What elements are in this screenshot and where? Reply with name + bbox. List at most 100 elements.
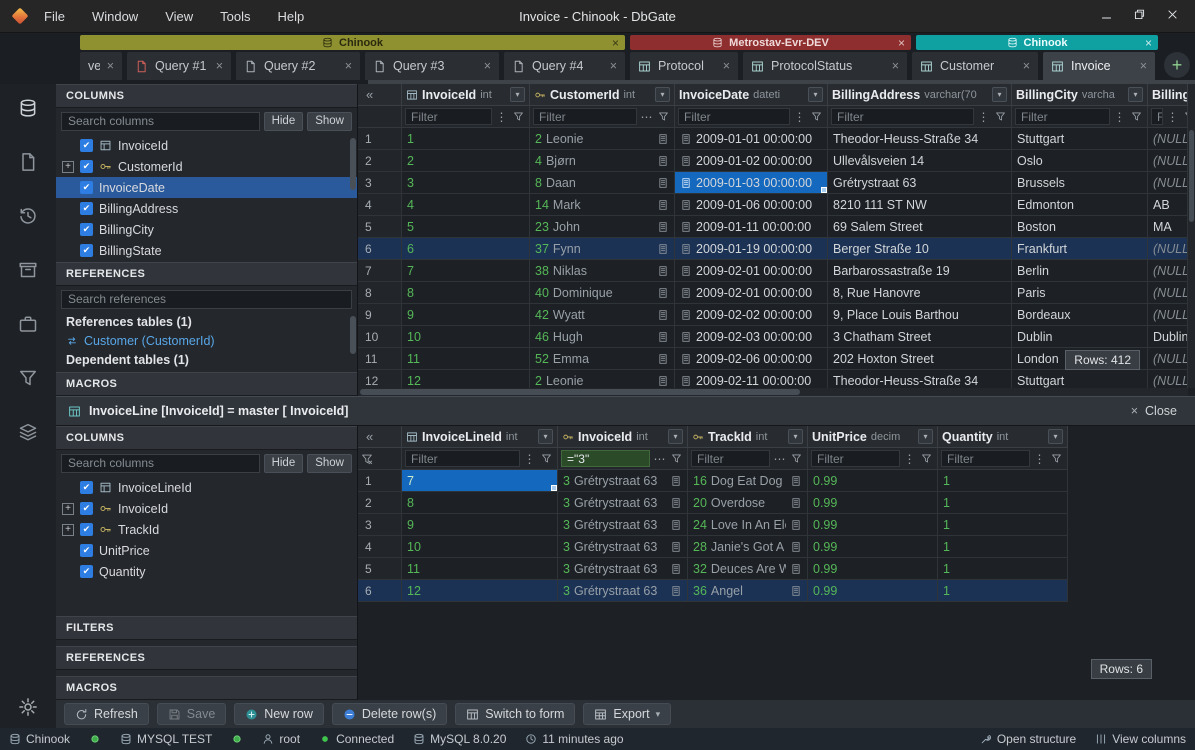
cell-invoiceid[interactable]: 3Grétrystraat 63 xyxy=(558,558,688,580)
column-item-invoiceid[interactable]: +✔InvoiceId xyxy=(56,498,357,519)
checkbox[interactable]: ✔ xyxy=(80,523,93,536)
row-number[interactable]: 4 xyxy=(358,194,402,216)
row-number[interactable]: 8 xyxy=(358,282,402,304)
fill-handle[interactable] xyxy=(821,187,827,193)
column-item-invoicelineid[interactable]: ✔InvoiceLineId xyxy=(56,477,357,498)
hide-columns-button[interactable]: Hide xyxy=(264,112,304,131)
filter-menu-icon[interactable]: ⋯ xyxy=(639,108,654,125)
cell-billingcity[interactable]: Stuttgart xyxy=(1012,128,1148,150)
cell-customerid[interactable]: 42Wyatt xyxy=(530,304,675,326)
status-connected[interactable]: Connected xyxy=(319,732,394,746)
columns-section-header[interactable]: COLUMNS xyxy=(56,426,357,450)
filter-input-invoicelineid[interactable]: Filter xyxy=(405,450,520,467)
references-scrollbar[interactable] xyxy=(350,316,356,354)
filter-input-invoiceid[interactable]: ="3" xyxy=(561,450,650,467)
tab-protocol[interactable]: Protocol× xyxy=(630,52,738,80)
connection-group-3[interactable]: Chinook× xyxy=(916,35,1158,50)
column-item-customerid[interactable]: +✔CustomerId xyxy=(56,156,357,177)
cell-invoiceid[interactable]: 5 xyxy=(402,216,530,238)
column-item-billingcity[interactable]: ✔BillingCity xyxy=(56,219,357,240)
plugins-icon[interactable] xyxy=(18,314,38,337)
menu-file[interactable]: File xyxy=(44,9,65,24)
row-number[interactable]: 2 xyxy=(358,150,402,172)
dbgate-logo-icon[interactable] xyxy=(18,98,38,121)
cell-invoicelineid[interactable]: 7 xyxy=(402,470,558,492)
cell-billingstate[interactable]: (NULL) xyxy=(1148,238,1188,260)
cell-billingstate[interactable]: Dublin xyxy=(1148,326,1188,348)
cell-billingstate[interactable]: (NULL) xyxy=(1148,260,1188,282)
chevron-down-icon[interactable]: ▾ xyxy=(668,429,683,444)
filter-funnel-icon[interactable] xyxy=(919,450,934,467)
files-icon[interactable] xyxy=(18,152,38,175)
filter-menu-icon[interactable]: ⋮ xyxy=(1112,108,1127,125)
filter-funnel-icon[interactable] xyxy=(993,108,1008,125)
tab-close-icon[interactable]: × xyxy=(484,59,491,73)
cell-billingcity[interactable]: Frankfurt xyxy=(1012,238,1148,260)
close-detail-button[interactable]: × Close xyxy=(1131,404,1183,418)
cell-billingaddress[interactable]: Ullevålsveien 14 xyxy=(828,150,1012,172)
filter-menu-icon[interactable]: ⋮ xyxy=(1032,450,1047,467)
filter-input-billingcity[interactable]: Filter xyxy=(1015,108,1110,125)
tab-query-2[interactable]: Query #2× xyxy=(236,52,360,80)
tab-close-icon[interactable]: × xyxy=(216,59,223,73)
cell-invoiceid[interactable]: 3Grétrystraat 63 xyxy=(558,580,688,602)
cell-invoiceid[interactable]: 6 xyxy=(402,238,530,260)
column-header-trackid[interactable]: TrackIdint▾ xyxy=(688,426,808,448)
cell-billingaddress[interactable]: 69 Salem Street xyxy=(828,216,1012,238)
cell-invoiceid[interactable]: 10 xyxy=(402,326,530,348)
cell-billingstate[interactable]: (NULL) xyxy=(1148,172,1188,194)
chevron-down-icon[interactable]: ▾ xyxy=(788,429,803,444)
filter-menu-icon[interactable]: ⋮ xyxy=(522,450,537,467)
column-header-billingstate[interactable]: BillingState▾ xyxy=(1148,84,1188,106)
checkbox[interactable]: ✔ xyxy=(80,181,93,194)
cell-invoiceid[interactable]: 3 xyxy=(402,172,530,194)
chevron-down-icon[interactable]: ▾ xyxy=(1048,429,1063,444)
column-item-trackid[interactable]: +✔TrackId xyxy=(56,519,357,540)
filter-menu-icon[interactable]: ⋯ xyxy=(652,450,667,467)
cell-billingstate[interactable]: (NULL) xyxy=(1148,128,1188,150)
cell-billingaddress[interactable]: 202 Hoxton Street xyxy=(828,348,1012,370)
vertical-scrollbar[interactable] xyxy=(1188,84,1195,388)
checkbox[interactable]: ✔ xyxy=(80,565,93,578)
cell-customerid[interactable]: 23John xyxy=(530,216,675,238)
row-number[interactable]: 4 xyxy=(358,536,402,558)
cell-billingcity[interactable]: Berlin xyxy=(1012,260,1148,282)
cell-billingstate[interactable]: (NULL) xyxy=(1148,150,1188,172)
cell-invoiceid[interactable]: 7 xyxy=(402,260,530,282)
cell-invoicedate[interactable]: 2009-02-03 00:00:00 xyxy=(675,326,828,348)
checkbox[interactable]: ✔ xyxy=(80,544,93,557)
close-icon[interactable]: × xyxy=(1145,36,1152,50)
references-section-header[interactable]: REFERENCES xyxy=(56,646,357,670)
cell-quantity[interactable]: 1 xyxy=(938,514,1068,536)
chevron-down-icon[interactable]: ▾ xyxy=(1128,87,1143,102)
cell-trackid[interactable]: 32Deuces Are Wild xyxy=(688,558,808,580)
tab-invoice[interactable]: Invoice× xyxy=(1043,52,1155,80)
close-button[interactable] xyxy=(1166,8,1179,24)
chevron-down-icon[interactable]: ▾ xyxy=(808,87,823,102)
expand-icon[interactable]: + xyxy=(62,161,74,173)
cell-invoicedate[interactable]: 2009-01-11 00:00:00 xyxy=(675,216,828,238)
column-header-unitprice[interactable]: UnitPricedecim▾ xyxy=(808,426,938,448)
menu-view[interactable]: View xyxy=(165,9,193,24)
cell-trackid[interactable]: 24Love In An Elevator xyxy=(688,514,808,536)
cell-billingaddress[interactable]: 3 Chatham Street xyxy=(828,326,1012,348)
menu-help[interactable]: Help xyxy=(278,9,305,24)
cell-invoiceid[interactable]: 11 xyxy=(402,348,530,370)
chevron-down-icon[interactable]: ▾ xyxy=(992,87,1007,102)
cell-invoiceid[interactable]: 8 xyxy=(402,282,530,304)
cell-invoicedate[interactable]: 2009-02-02 00:00:00 xyxy=(675,304,828,326)
cell-invoicedate[interactable]: 2009-02-01 00:00:00 xyxy=(675,282,828,304)
filter-input-billingstate[interactable]: Filter xyxy=(1151,108,1163,125)
cell-invoicedate[interactable]: 2009-02-01 00:00:00 xyxy=(675,260,828,282)
cell-customerid[interactable]: 38Niklas xyxy=(530,260,675,282)
column-header-invoicelineid[interactable]: InvoiceLineIdint▾ xyxy=(402,426,558,448)
hide-columns-button[interactable]: Hide xyxy=(264,454,304,473)
cell-customerid[interactable]: 46Hugh xyxy=(530,326,675,348)
filters-section-header[interactable]: FILTERS xyxy=(56,616,357,640)
cell-billingaddress[interactable]: Barbarossastraße 19 xyxy=(828,260,1012,282)
column-item-invoiceid[interactable]: ✔InvoiceId xyxy=(56,135,357,156)
row-number[interactable]: 5 xyxy=(358,558,402,580)
cell-unitprice[interactable]: 0.99 xyxy=(808,470,938,492)
cell-customerid[interactable]: 52Emma xyxy=(530,348,675,370)
cell-invoicelineid[interactable]: 9 xyxy=(402,514,558,536)
